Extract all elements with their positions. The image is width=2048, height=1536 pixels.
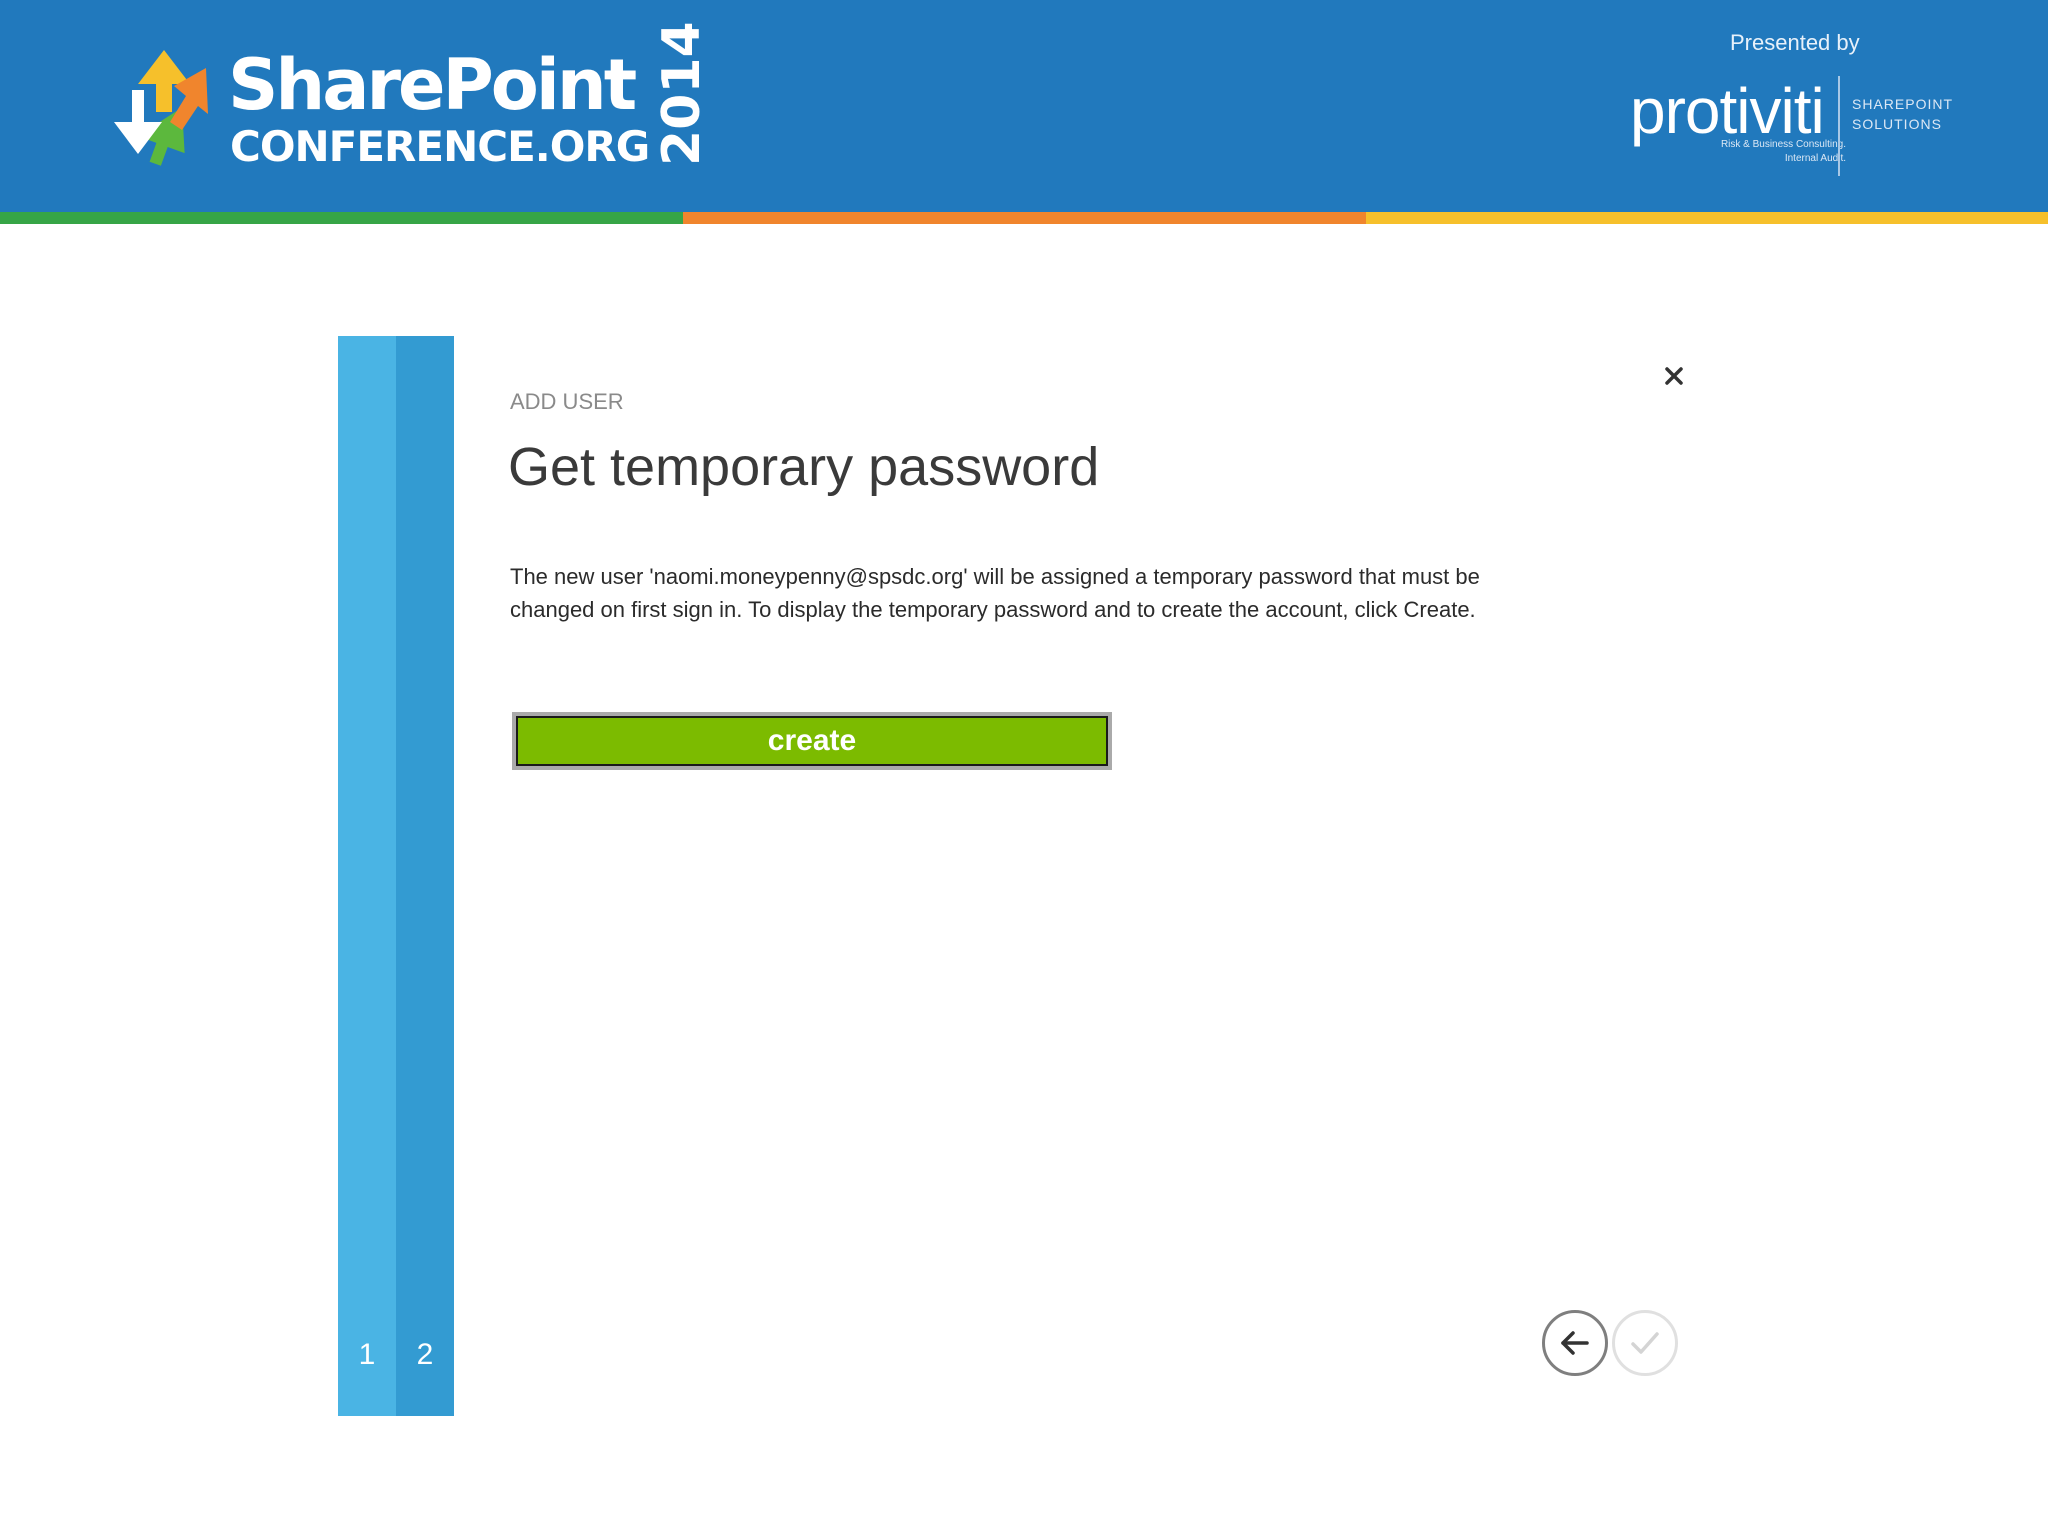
sponsor-divider: [1838, 76, 1840, 176]
close-icon: [1665, 367, 1683, 385]
sponsor-division: SHAREPOINT SOLUTIONS: [1852, 96, 1954, 132]
stripe-green: [0, 212, 683, 224]
create-button[interactable]: create: [512, 712, 1112, 770]
page-title: Get temporary password: [508, 437, 1100, 497]
step-2[interactable]: 2: [396, 336, 454, 1416]
arrow-left-icon: [1561, 1331, 1589, 1355]
wizard-eyebrow: ADD USER: [510, 389, 624, 414]
create-button-label: create: [516, 716, 1108, 766]
finish-button[interactable]: [1612, 1310, 1678, 1376]
close-button[interactable]: [1656, 358, 1692, 394]
logo-arrows-icon: [114, 50, 208, 166]
back-button[interactable]: [1542, 1310, 1608, 1376]
conference-logo: SharePoint CONFERENCE.ORG 2014: [108, 21, 712, 178]
sponsor-name: protiviti: [1630, 75, 1825, 147]
stripe-orange: [683, 212, 1366, 224]
sponsor-tagline: Risk & Business Consulting. Internal Aud…: [1720, 139, 1846, 164]
header-banner: SharePoint CONFERENCE.ORG 2014 Presented…: [0, 0, 2048, 212]
stripe-yellow: [1366, 212, 2048, 224]
wizard-step-rail: 1 2: [338, 336, 454, 1416]
wizard-description: The new user 'naomi.moneypenny@spsdc.org…: [510, 564, 1480, 622]
logo-title: SharePoint: [228, 44, 637, 126]
sponsor-logo: protiviti Risk & Business Consulting. In…: [1630, 74, 1960, 178]
logo-year: 2014: [652, 21, 712, 166]
step-2-number: 2: [416, 1338, 434, 1371]
step-1-number: 1: [358, 1338, 376, 1371]
logo-subtitle: CONFERENCE.ORG: [230, 122, 650, 171]
presented-by-label: Presented by: [1730, 30, 1860, 55]
checkmark-icon: [1631, 1332, 1659, 1354]
step-1[interactable]: 1: [338, 336, 396, 1416]
logo-year-wrap: 2014: [598, 21, 712, 166]
